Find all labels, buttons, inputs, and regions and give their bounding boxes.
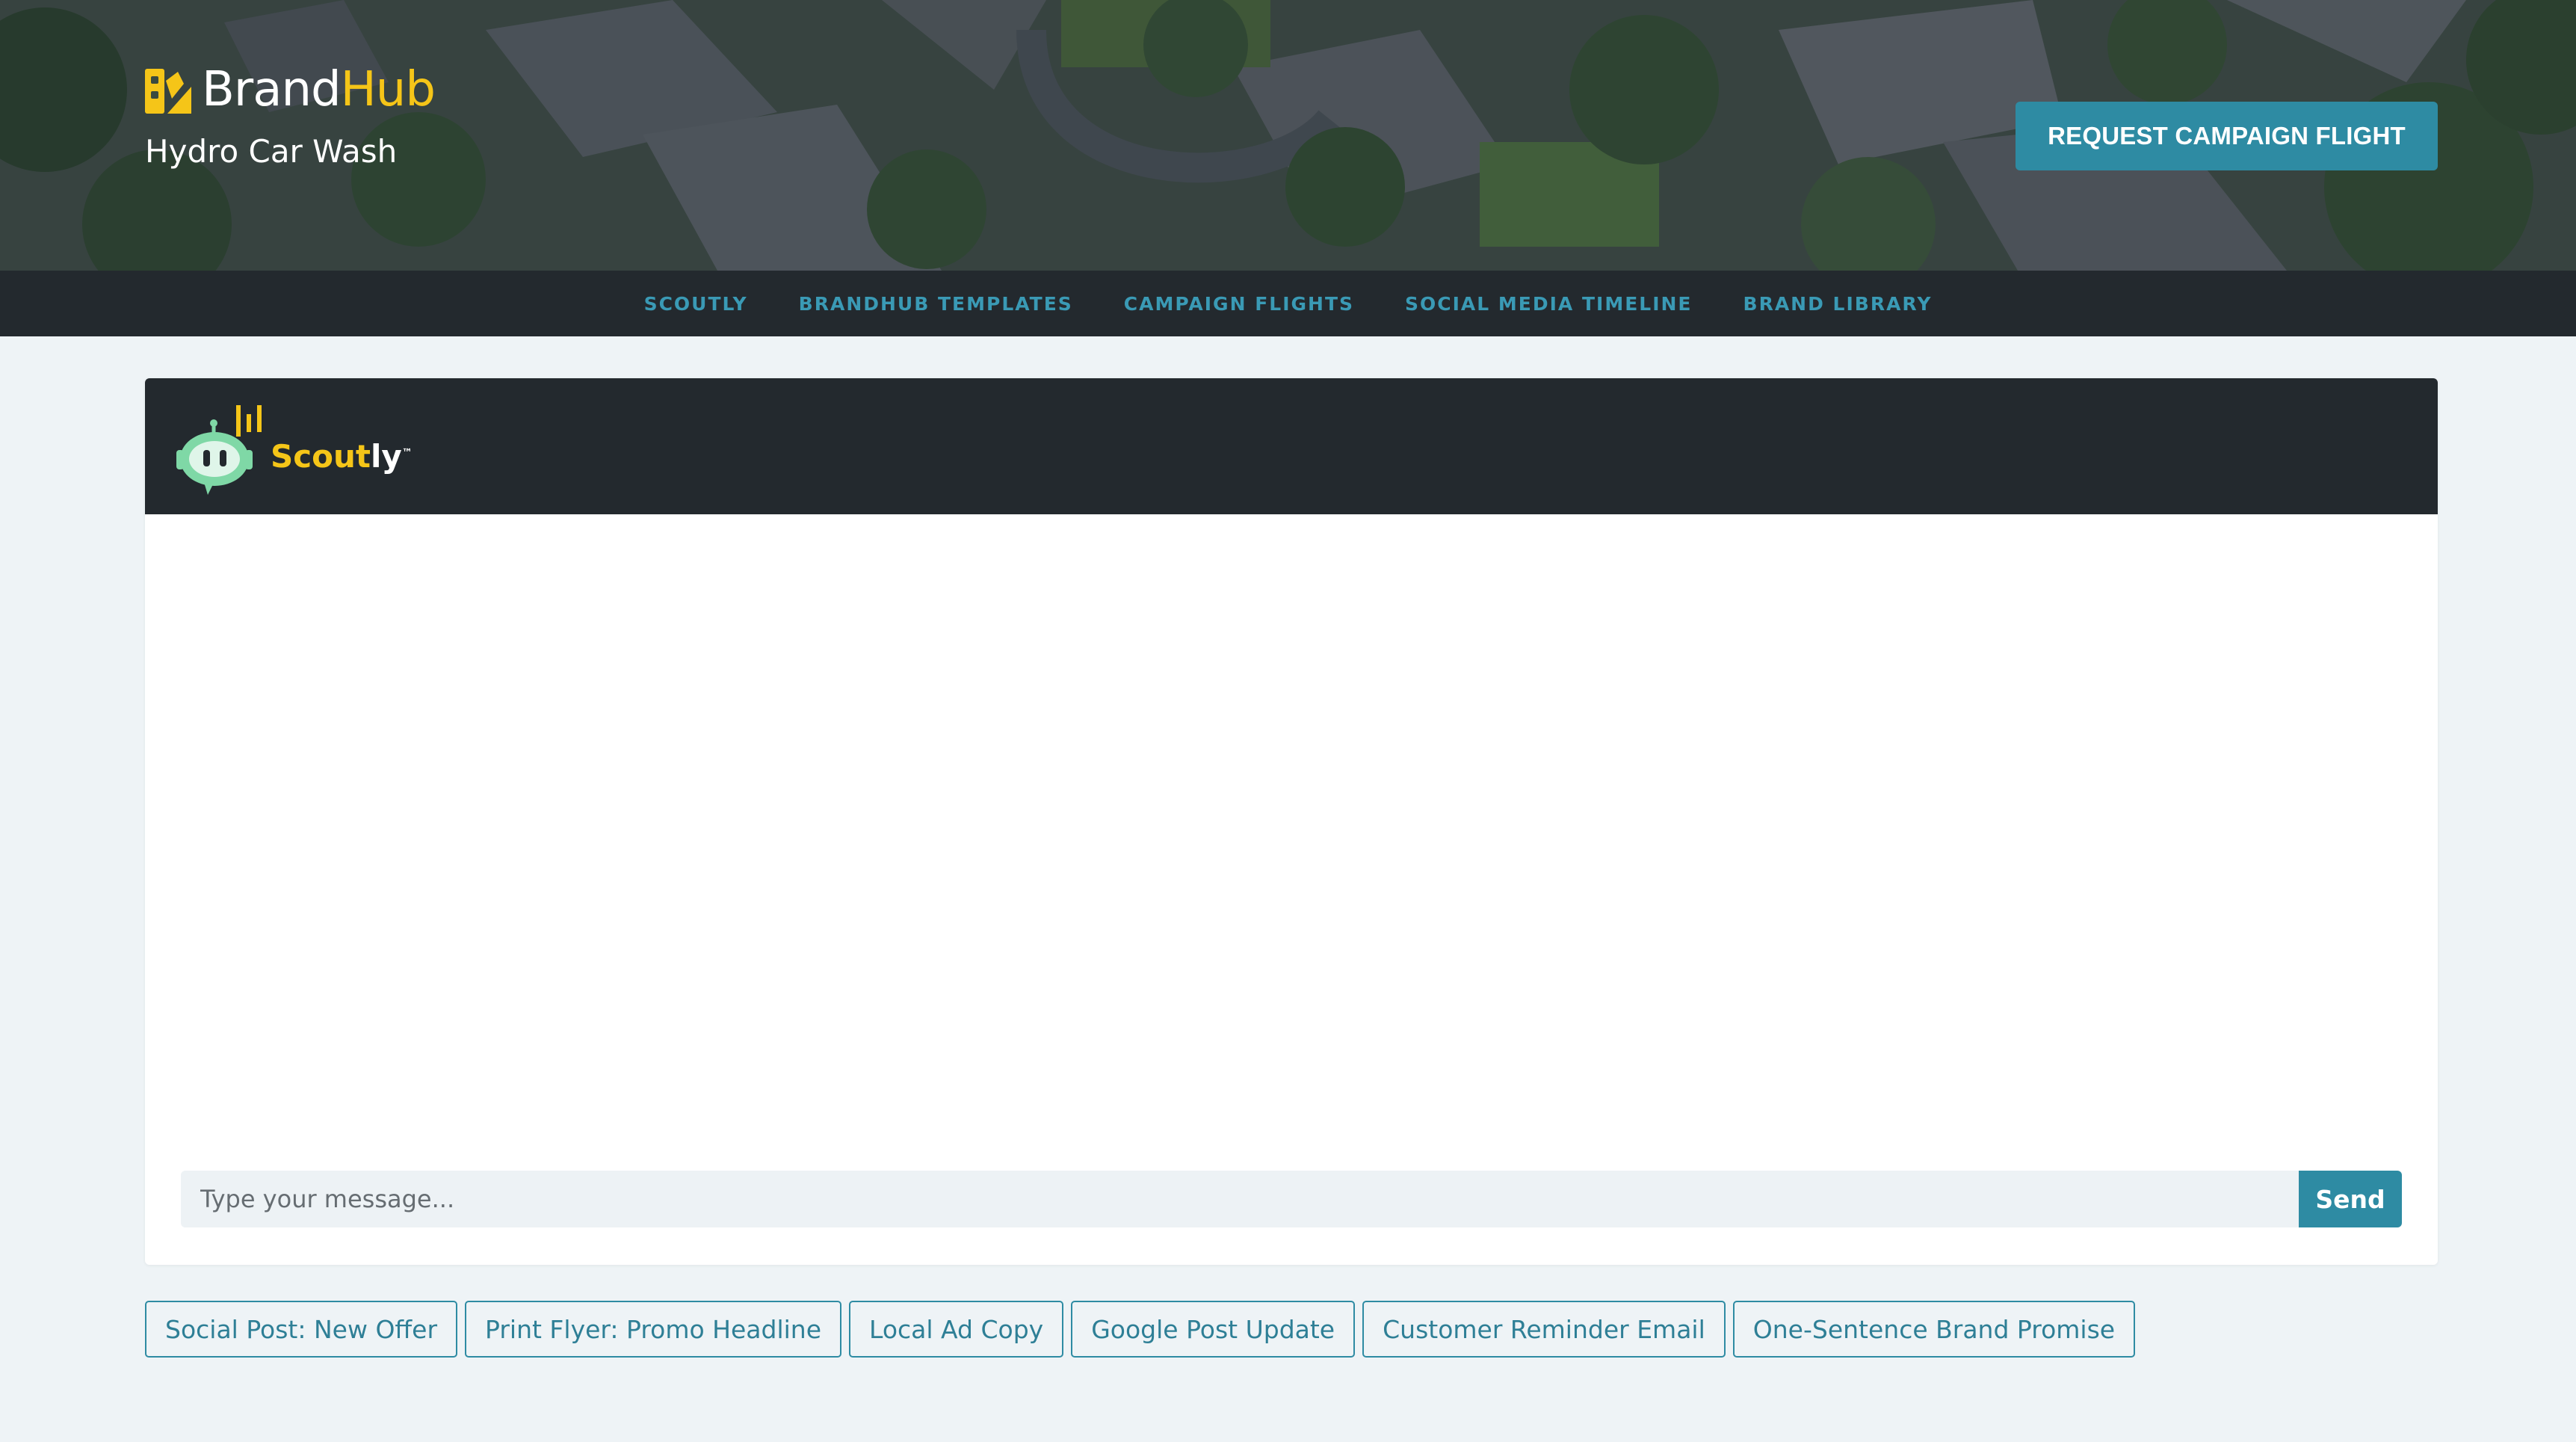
nav-item-campaign-flights[interactable]: CAMPAIGN FLIGHTS	[1124, 293, 1354, 315]
message-input[interactable]	[181, 1171, 2299, 1227]
hero-header: BrandHub Hydro Car Wash REQUEST CAMPAIGN…	[0, 0, 2576, 271]
brand-name-part2: Hub	[340, 62, 436, 117]
nav-item-brand-library[interactable]: BRAND LIBRARY	[1743, 293, 1933, 315]
prompt-chip-customer-reminder[interactable]: Customer Reminder Email	[1362, 1301, 1726, 1358]
scoutly-wordmark-part2: ly	[370, 438, 402, 475]
prompt-chip-brand-promise[interactable]: One-Sentence Brand Promise	[1732, 1301, 2136, 1358]
scoutly-wordmark-part1: Scout	[271, 438, 371, 475]
request-campaign-flight-button[interactable]: REQUEST CAMPAIGN FLIGHT	[2016, 102, 2438, 170]
brandhub-wordmark: BrandHub	[202, 66, 436, 114]
chat-card-header: Scoutly™	[145, 378, 2438, 514]
nav-item-brandhub-templates[interactable]: BRANDHUB TEMPLATES	[799, 293, 1073, 315]
send-button[interactable]: Send	[2299, 1171, 2402, 1227]
prompt-chip-print-flyer[interactable]: Print Flyer: Promo Headline	[465, 1301, 842, 1358]
nav-item-social-media-timeline[interactable]: SOCIAL MEDIA TIMELINE	[1405, 293, 1693, 315]
scoutly-wordmark: Scoutly™	[271, 438, 413, 475]
main-nav: SCOUTLY BRANDHUB TEMPLATES CAMPAIGN FLIG…	[0, 271, 2576, 336]
business-name: Hydro Car Wash	[145, 133, 398, 170]
message-composer: Send	[181, 1171, 2402, 1227]
brandhub-logo[interactable]: BrandHub	[145, 66, 436, 114]
trademark-symbol: ™	[401, 447, 413, 459]
prompt-chip-local-ad-copy[interactable]: Local Ad Copy	[849, 1301, 1064, 1358]
scoutly-chat-card: Scoutly™ Send	[145, 378, 2438, 1265]
suggested-prompts: Social Post: New Offer Print Flyer: Prom…	[145, 1301, 2143, 1358]
brandhub-logo-icon	[145, 69, 191, 114]
prompt-chip-google-post[interactable]: Google Post Update	[1071, 1301, 1356, 1358]
brand-name-part1: Brand	[202, 62, 342, 117]
chat-messages-area[interactable]	[145, 514, 2438, 1172]
nav-item-scoutly[interactable]: SCOUTLY	[644, 293, 748, 315]
prompt-chip-social-post[interactable]: Social Post: New Offer	[145, 1301, 458, 1358]
